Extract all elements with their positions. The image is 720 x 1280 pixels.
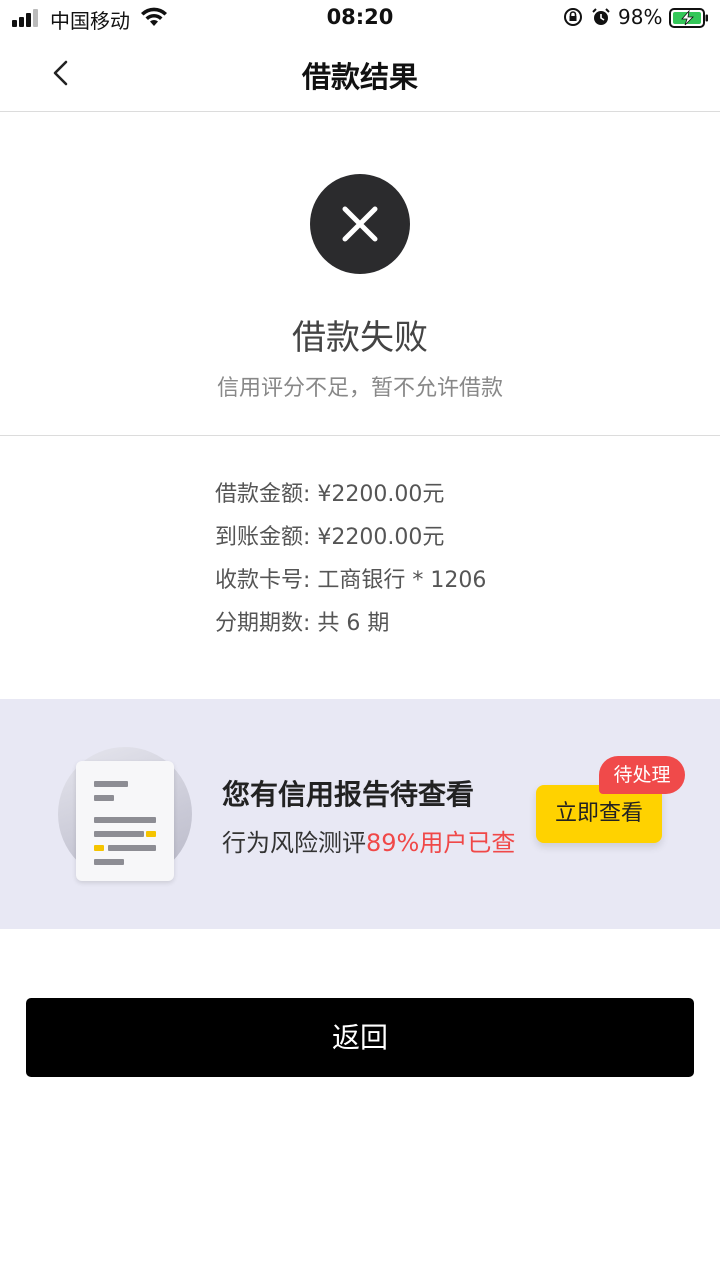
result-subtitle: 信用评分不足，暂不允许借款 <box>216 376 503 401</box>
banner-sub-highlight: 89%用户已查 <box>366 829 516 857</box>
banner-sub-prefix: 行为风险测评 <box>222 829 366 857</box>
loan-details: 借款金额: ¥2200.00元 到账金额: ¥2200.00元 收款卡号: 工商… <box>215 478 486 650</box>
return-button[interactable]: 返回 <box>26 998 694 1077</box>
banner-subtitle: 行为风险测评89%用户已查 <box>222 823 515 858</box>
report-paper <box>76 761 174 881</box>
installment-count: 分期期数: 共 6 期 <box>215 611 390 636</box>
status-bar: 中国移动 08:20 98% <box>0 0 720 36</box>
nav-bar: 借款结果 <box>0 36 720 112</box>
page-title: 借款结果 <box>301 60 418 94</box>
divider <box>0 435 720 436</box>
battery-charging-icon <box>669 8 708 28</box>
close-icon <box>310 174 410 274</box>
battery-percent: 98% <box>618 5 663 29</box>
result-title: 借款失败 <box>292 318 428 358</box>
credit-report-banner[interactable]: 您有信用报告待查看 行为风险测评89%用户已查 立即查看 待处理 <box>0 699 720 929</box>
card-number: 收款卡号: 工商银行 * 1206 <box>215 568 487 593</box>
received-amount: 到账金额: ¥2200.00元 <box>215 525 445 550</box>
banner-title: 您有信用报告待查看 <box>222 778 475 811</box>
status-time: 08:20 <box>326 5 394 29</box>
loan-amount: 借款金额: ¥2200.00元 <box>215 482 445 507</box>
pending-badge: 待处理 <box>599 756 685 794</box>
rotation-lock-icon <box>564 8 582 26</box>
alarm-icon <box>592 8 610 25</box>
